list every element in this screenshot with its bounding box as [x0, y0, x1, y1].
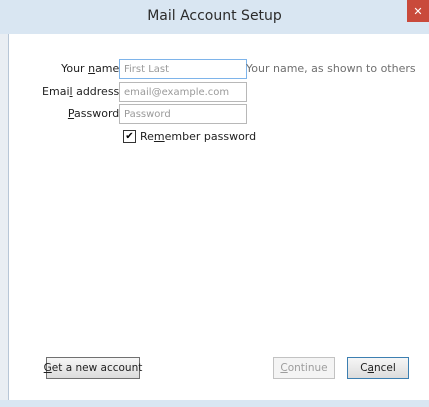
mail-account-setup-window: Mail Account Setup ✕ Your name: Your nam…	[0, 0, 429, 407]
get-new-account-button[interactable]: Get a new account	[44, 357, 142, 379]
name-hint: Your name, as shown to others	[246, 62, 416, 75]
window-title: Mail Account Setup	[147, 8, 282, 24]
dialog-content: Your name: Your name, as shown to others…	[8, 34, 429, 400]
name-label: Your name:	[61, 62, 123, 75]
email-row: Email address:	[9, 82, 429, 102]
name-input[interactable]	[119, 59, 247, 79]
window-bottom-border	[0, 400, 429, 407]
password-label: Password:	[67, 107, 123, 120]
continue-button[interactable]: Continue	[273, 357, 335, 379]
name-row: Your name: Your name, as shown to others	[9, 59, 429, 79]
cancel-button[interactable]: Ca ncel	[347, 357, 409, 379]
email-label: Email address:	[42, 85, 123, 98]
remember-password-checkbox[interactable]: ✔	[123, 130, 136, 143]
close-icon[interactable]: ✕	[407, 0, 429, 22]
title-bar[interactable]: Mail Account Setup ✕	[0, 0, 429, 34]
remember-password-label[interactable]: Remember password	[140, 130, 256, 143]
email-input[interactable]	[119, 82, 247, 102]
password-input[interactable]	[119, 104, 247, 124]
password-row: Password:	[9, 104, 429, 124]
